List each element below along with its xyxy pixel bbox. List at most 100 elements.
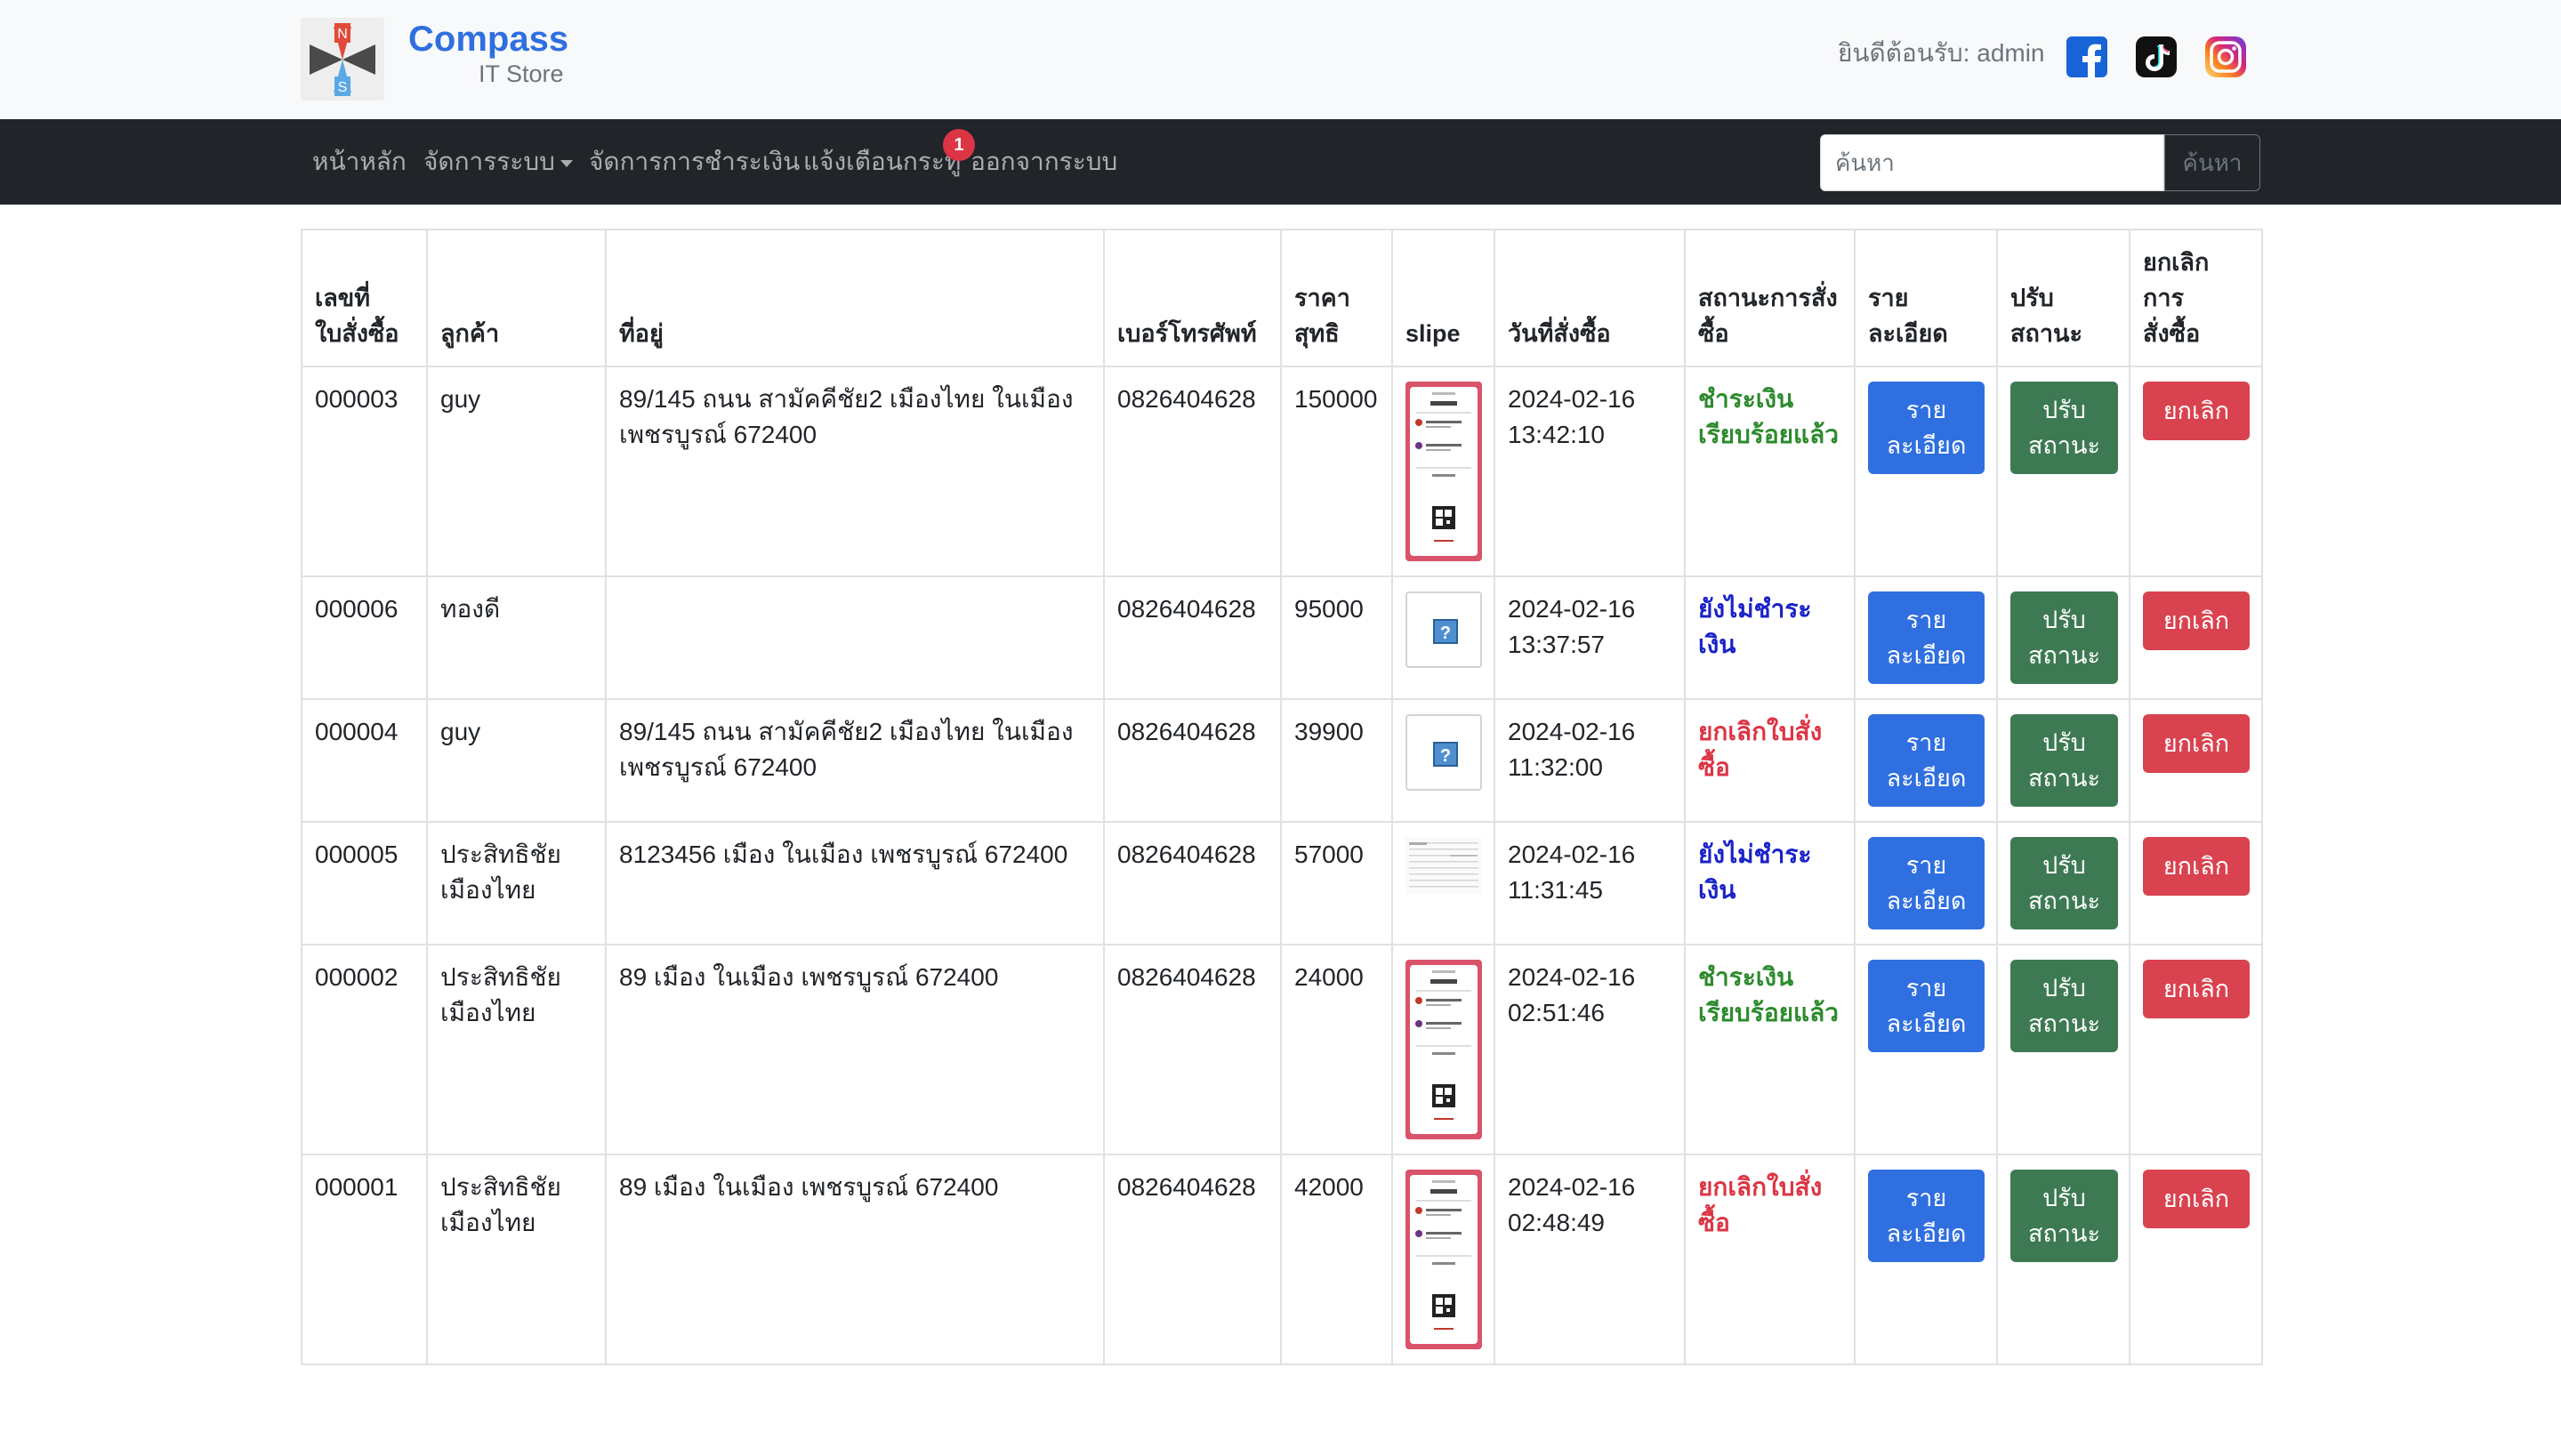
nav-manage-system-label: จัดการระบบ — [423, 148, 555, 175]
cell-details: ราย ละเอียด — [1854, 944, 1998, 1155]
details-button[interactable]: ราย ละเอียด — [1868, 837, 1985, 929]
order-date: 2024-02-16 — [1508, 841, 1636, 868]
cancel-order-button[interactable]: ยกเลิก — [2143, 591, 2250, 650]
facebook-icon[interactable] — [2066, 36, 2108, 78]
order-time: 11:32:00 — [1508, 753, 1603, 781]
header-customer: ลูกค้า — [426, 229, 607, 367]
details-button[interactable]: ราย ละเอียด — [1868, 714, 1985, 807]
cell-slip — [1391, 944, 1495, 1155]
header-adjust-status: ปรับ สถานะ — [1996, 229, 2130, 367]
cell-customer: guy — [426, 698, 607, 823]
cell-customer: guy — [426, 366, 607, 577]
order-date: 2024-02-16 — [1508, 718, 1636, 745]
cancel-order-button[interactable]: ยกเลิก — [2143, 837, 2250, 896]
nav-notifications[interactable]: แจ้งเตือนกระทู้ — [803, 146, 961, 178]
details-button[interactable]: ราย ละเอียด — [1868, 960, 1985, 1052]
cell-adjust: ปรับ สถานะ — [1996, 1154, 2130, 1365]
cell-cancel: ยกเลิก — [2129, 575, 2263, 700]
cell-slip — [1391, 366, 1495, 577]
compass-logo[interactable]: N S — [301, 18, 384, 101]
cell-address: 8123456 เมือง ในเมือง เพชรบูรณ์ 672400 — [605, 821, 1105, 945]
search-button[interactable]: ค้นหา — [2164, 134, 2260, 191]
cell-slip — [1391, 1154, 1495, 1365]
cell-status: ยังไม่ชำระเงิน — [1684, 821, 1856, 945]
cell-status: ชำระเงินเรียบร้อยแล้ว — [1684, 944, 1856, 1155]
table-row: 000005 ประสิทธิชัย เมืองไทย 8123456 เมือง … — [301, 821, 2263, 945]
cell-adjust: ปรับ สถานะ — [1996, 575, 2130, 700]
table-row: 000001 ประสิทธิชัย เมืองไทย 89 เมือง ในเมื… — [301, 1154, 2263, 1365]
cell-customer: ประสิทธิชัย เมืองไทย — [426, 1154, 607, 1365]
cell-order-no: 000006 — [301, 575, 428, 700]
nav-logout[interactable]: ออกจากระบบ — [970, 146, 1117, 178]
adjust-status-button[interactable]: ปรับ สถานะ — [2010, 837, 2118, 929]
header-status: สถานะการสั่ง ซื้อ — [1684, 229, 1856, 367]
cancel-order-button[interactable]: ยกเลิก — [2143, 382, 2250, 440]
payment-slip-image[interactable] — [1405, 960, 1482, 1139]
cell-customer: ประสิทธิชัย เมืองไทย — [426, 821, 607, 945]
cell-cancel: ยกเลิก — [2129, 944, 2263, 1155]
cell-address: 89 เมือง ในเมือง เพชรบูรณ์ 672400 — [605, 1154, 1105, 1365]
cell-cancel: ยกเลิก — [2129, 1154, 2263, 1365]
table-row: 000006 ทองดี 0826404628 95000? 2024-02-16 13:… — [301, 575, 2263, 700]
cell-phone: 0826404628 — [1103, 698, 1282, 823]
broken-image-icon[interactable]: ? — [1405, 714, 1482, 791]
cell-order-date: 2024-02-16 11:32:00 — [1494, 698, 1686, 823]
details-button[interactable]: ราย ละเอียด — [1868, 382, 1985, 474]
cancel-order-button[interactable]: ยกเลิก — [2143, 960, 2250, 1018]
cell-order-date: 2024-02-16 02:48:49 — [1494, 1154, 1686, 1365]
cell-details: ราย ละเอียด — [1854, 821, 1998, 945]
cell-order-no: 000005 — [301, 821, 428, 945]
details-button[interactable]: ราย ละเอียด — [1868, 1170, 1985, 1262]
broken-image-icon[interactable]: ? — [1405, 591, 1482, 668]
cell-status: ยกเลิกใบสั่งซื้อ — [1684, 698, 1856, 823]
cell-order-no: 000004 — [301, 698, 428, 823]
cell-order-date: 2024-02-16 13:37:57 — [1494, 575, 1686, 700]
instagram-icon[interactable] — [2204, 36, 2247, 78]
cell-net-price: 150000 — [1280, 366, 1393, 577]
cell-adjust: ปรับ สถานะ — [1996, 698, 2130, 823]
cell-status: ชำระเงินเรียบร้อยแล้ว — [1684, 366, 1856, 577]
header-slip: slipe — [1391, 229, 1495, 367]
cell-adjust: ปรับ สถานะ — [1996, 366, 2130, 577]
order-time: 02:51:46 — [1508, 999, 1605, 1026]
cell-net-price: 95000 — [1280, 575, 1393, 700]
payment-slip-image[interactable] — [1405, 382, 1482, 561]
adjust-status-button[interactable]: ปรับ สถานะ — [2010, 382, 2118, 474]
cancel-order-button[interactable]: ยกเลิก — [2143, 714, 2250, 773]
cell-cancel: ยกเลิก — [2129, 698, 2263, 823]
cell-phone: 0826404628 — [1103, 821, 1282, 945]
header-cancel-order: ยกเลิกการ สั่งซื้อ — [2129, 229, 2263, 367]
adjust-status-button[interactable]: ปรับ สถานะ — [2010, 960, 2118, 1052]
brand-name[interactable]: Compass — [408, 18, 568, 60]
order-time: 13:42:10 — [1508, 421, 1605, 448]
cell-order-no: 000001 — [301, 1154, 428, 1365]
header-order-date: วันที่สั่งซื้อ — [1494, 229, 1686, 367]
details-button[interactable]: ราย ละเอียด — [1868, 591, 1985, 684]
cell-address: 89 เมือง ในเมือง เพชรบูรณ์ 672400 — [605, 944, 1105, 1155]
cell-address: 89/145 ถนน สามัคคีชัย2 เมืองไทย ในเมือง … — [605, 366, 1105, 577]
cell-customer: ประสิทธิชัย เมืองไทย — [426, 944, 607, 1155]
nav-manage-payment[interactable]: จัดการการชำระเงิน — [589, 146, 800, 178]
nav-manage-system-dropdown[interactable]: จัดการระบบ — [423, 146, 573, 178]
header-net-price: ราคา สุทธิ — [1280, 229, 1393, 367]
brand-subtitle: IT Store — [479, 60, 564, 87]
adjust-status-button[interactable]: ปรับ สถานะ — [2010, 714, 2118, 807]
cell-customer: ทองดี — [426, 575, 607, 700]
cell-details: ราย ละเอียด — [1854, 575, 1998, 700]
search-input[interactable] — [1820, 134, 2164, 191]
cell-phone: 0826404628 — [1103, 1154, 1282, 1365]
table-row: 000004 guy 89/145 ถนน สามัคคีชัย2 เมืองไทย… — [301, 698, 2263, 823]
adjust-status-button[interactable]: ปรับ สถานะ — [2010, 591, 2118, 684]
adjust-status-button[interactable]: ปรับ สถานะ — [2010, 1170, 2118, 1262]
cell-status: ยังไม่ชำระเงิน — [1684, 575, 1856, 700]
cell-details: ราย ละเอียด — [1854, 698, 1998, 823]
cell-adjust: ปรับ สถานะ — [1996, 944, 2130, 1155]
cell-slip — [1391, 821, 1495, 945]
nav-home[interactable]: หน้าหลัก — [312, 146, 407, 178]
cancel-order-button[interactable]: ยกเลิก — [2143, 1170, 2250, 1228]
payment-slip-image[interactable] — [1405, 837, 1482, 894]
cell-order-no: 000002 — [301, 944, 428, 1155]
payment-slip-image[interactable] — [1405, 1170, 1482, 1349]
compass-logo-icon: N S — [301, 18, 384, 101]
tiktok-icon[interactable] — [2135, 36, 2178, 78]
